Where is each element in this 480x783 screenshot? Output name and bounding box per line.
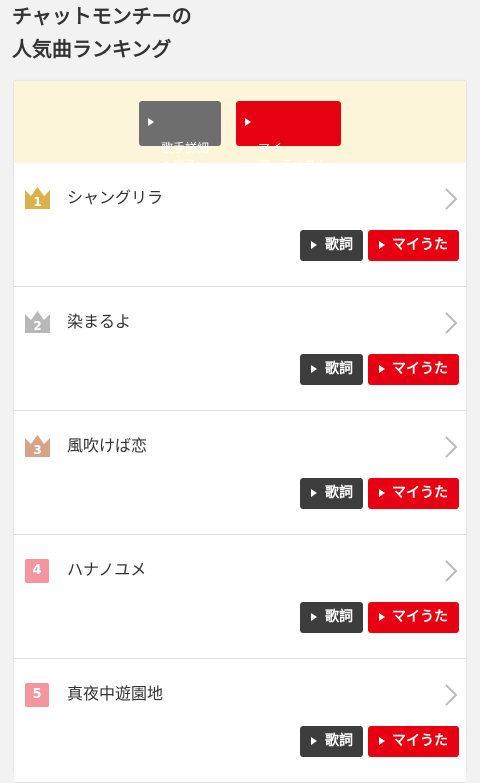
myuta-label: マイうた bbox=[392, 609, 448, 625]
rank-number: 2 bbox=[33, 319, 42, 333]
page-title: チャットモンチーの 人気曲ランキング bbox=[12, 4, 192, 61]
lyrics-label: 歌詞 bbox=[325, 733, 353, 749]
ranking-item-4[interactable]: 4 ハナノユメ 歌詞 マイうた bbox=[14, 535, 466, 659]
chevron-right-icon[interactable] bbox=[444, 683, 458, 707]
play-triangle-icon bbox=[379, 241, 385, 249]
song-title[interactable]: 風吹けば恋 bbox=[67, 433, 147, 459]
lyrics-label: 歌詞 bbox=[325, 237, 353, 253]
play-triangle-icon bbox=[311, 737, 317, 745]
play-triangle-icon bbox=[311, 241, 317, 249]
ranking-item-2[interactable]: 2 染まるよ 歌詞 マイうた bbox=[14, 287, 466, 411]
chevron-right-icon[interactable] bbox=[444, 311, 458, 335]
song-title[interactable]: ハナノユメ bbox=[67, 557, 146, 583]
rank-number: 3 bbox=[33, 443, 42, 457]
myuta-label: マイうた bbox=[392, 733, 448, 749]
myuta-button[interactable]: マイうた bbox=[368, 602, 459, 633]
lyrics-button[interactable]: 歌詞 bbox=[300, 726, 363, 757]
myuta-label: マイうた bbox=[392, 361, 448, 377]
myuta-button[interactable]: マイうた bbox=[368, 354, 459, 385]
play-triangle-icon bbox=[379, 613, 385, 621]
myuta-button[interactable]: マイうた bbox=[368, 230, 459, 261]
chevron-right-icon[interactable] bbox=[444, 559, 458, 583]
crown-silver-icon: 2 bbox=[25, 311, 50, 333]
play-triangle-icon bbox=[311, 489, 317, 497]
my-artist-button[interactable]: マイ アーティスト bbox=[236, 101, 341, 172]
myuta-button[interactable]: マイうた bbox=[368, 478, 459, 509]
lyrics-button[interactable]: 歌詞 bbox=[300, 230, 363, 261]
myuta-label: マイうた bbox=[392, 237, 448, 253]
myuta-button[interactable]: マイうた bbox=[368, 726, 459, 757]
song-title[interactable]: 染まるよ bbox=[67, 309, 131, 335]
play-triangle-icon bbox=[311, 365, 317, 373]
play-triangle-icon bbox=[379, 737, 385, 745]
button-bar: 歌手詳細 へ戻る マイ アーティスト bbox=[14, 81, 466, 172]
ranking-item-1[interactable]: 1 シャングリラ 歌詞 マイうた bbox=[14, 163, 466, 287]
lyrics-label: 歌詞 bbox=[325, 485, 353, 501]
song-title[interactable]: 真夜中遊園地 bbox=[67, 681, 163, 707]
crown-bronze-icon: 3 bbox=[25, 435, 50, 457]
lyrics-label: 歌詞 bbox=[325, 361, 353, 377]
lyrics-button[interactable]: 歌詞 bbox=[300, 354, 363, 385]
rank-badge: 4 bbox=[25, 559, 49, 583]
chevron-right-icon[interactable] bbox=[444, 435, 458, 459]
play-triangle-icon bbox=[379, 365, 385, 373]
back-to-artist-button[interactable]: 歌手詳細 へ戻る bbox=[139, 101, 221, 172]
play-triangle-icon bbox=[148, 118, 154, 126]
play-triangle-icon bbox=[245, 118, 251, 126]
song-title[interactable]: シャングリラ bbox=[67, 185, 163, 211]
rank-badge: 5 bbox=[25, 683, 49, 707]
ranking-item-3[interactable]: 3 風吹けば恋 歌詞 マイうた bbox=[14, 411, 466, 535]
myuta-label: マイうた bbox=[392, 485, 448, 501]
lyrics-label: 歌詞 bbox=[325, 609, 353, 625]
rank-number: 1 bbox=[33, 195, 42, 209]
lyrics-button[interactable]: 歌詞 bbox=[300, 478, 363, 509]
crown-gold-icon: 1 bbox=[25, 187, 50, 209]
chevron-right-icon[interactable] bbox=[444, 187, 458, 211]
ranking-item-5[interactable]: 5 真夜中遊園地 歌詞 マイうた bbox=[14, 659, 466, 783]
play-triangle-icon bbox=[311, 613, 317, 621]
lyrics-button[interactable]: 歌詞 bbox=[300, 602, 363, 633]
play-triangle-icon bbox=[379, 489, 385, 497]
ranking-panel: 歌手詳細 へ戻る マイ アーティスト 1 シャングリラ 歌詞 マイうた 2 染ま… bbox=[14, 81, 466, 783]
